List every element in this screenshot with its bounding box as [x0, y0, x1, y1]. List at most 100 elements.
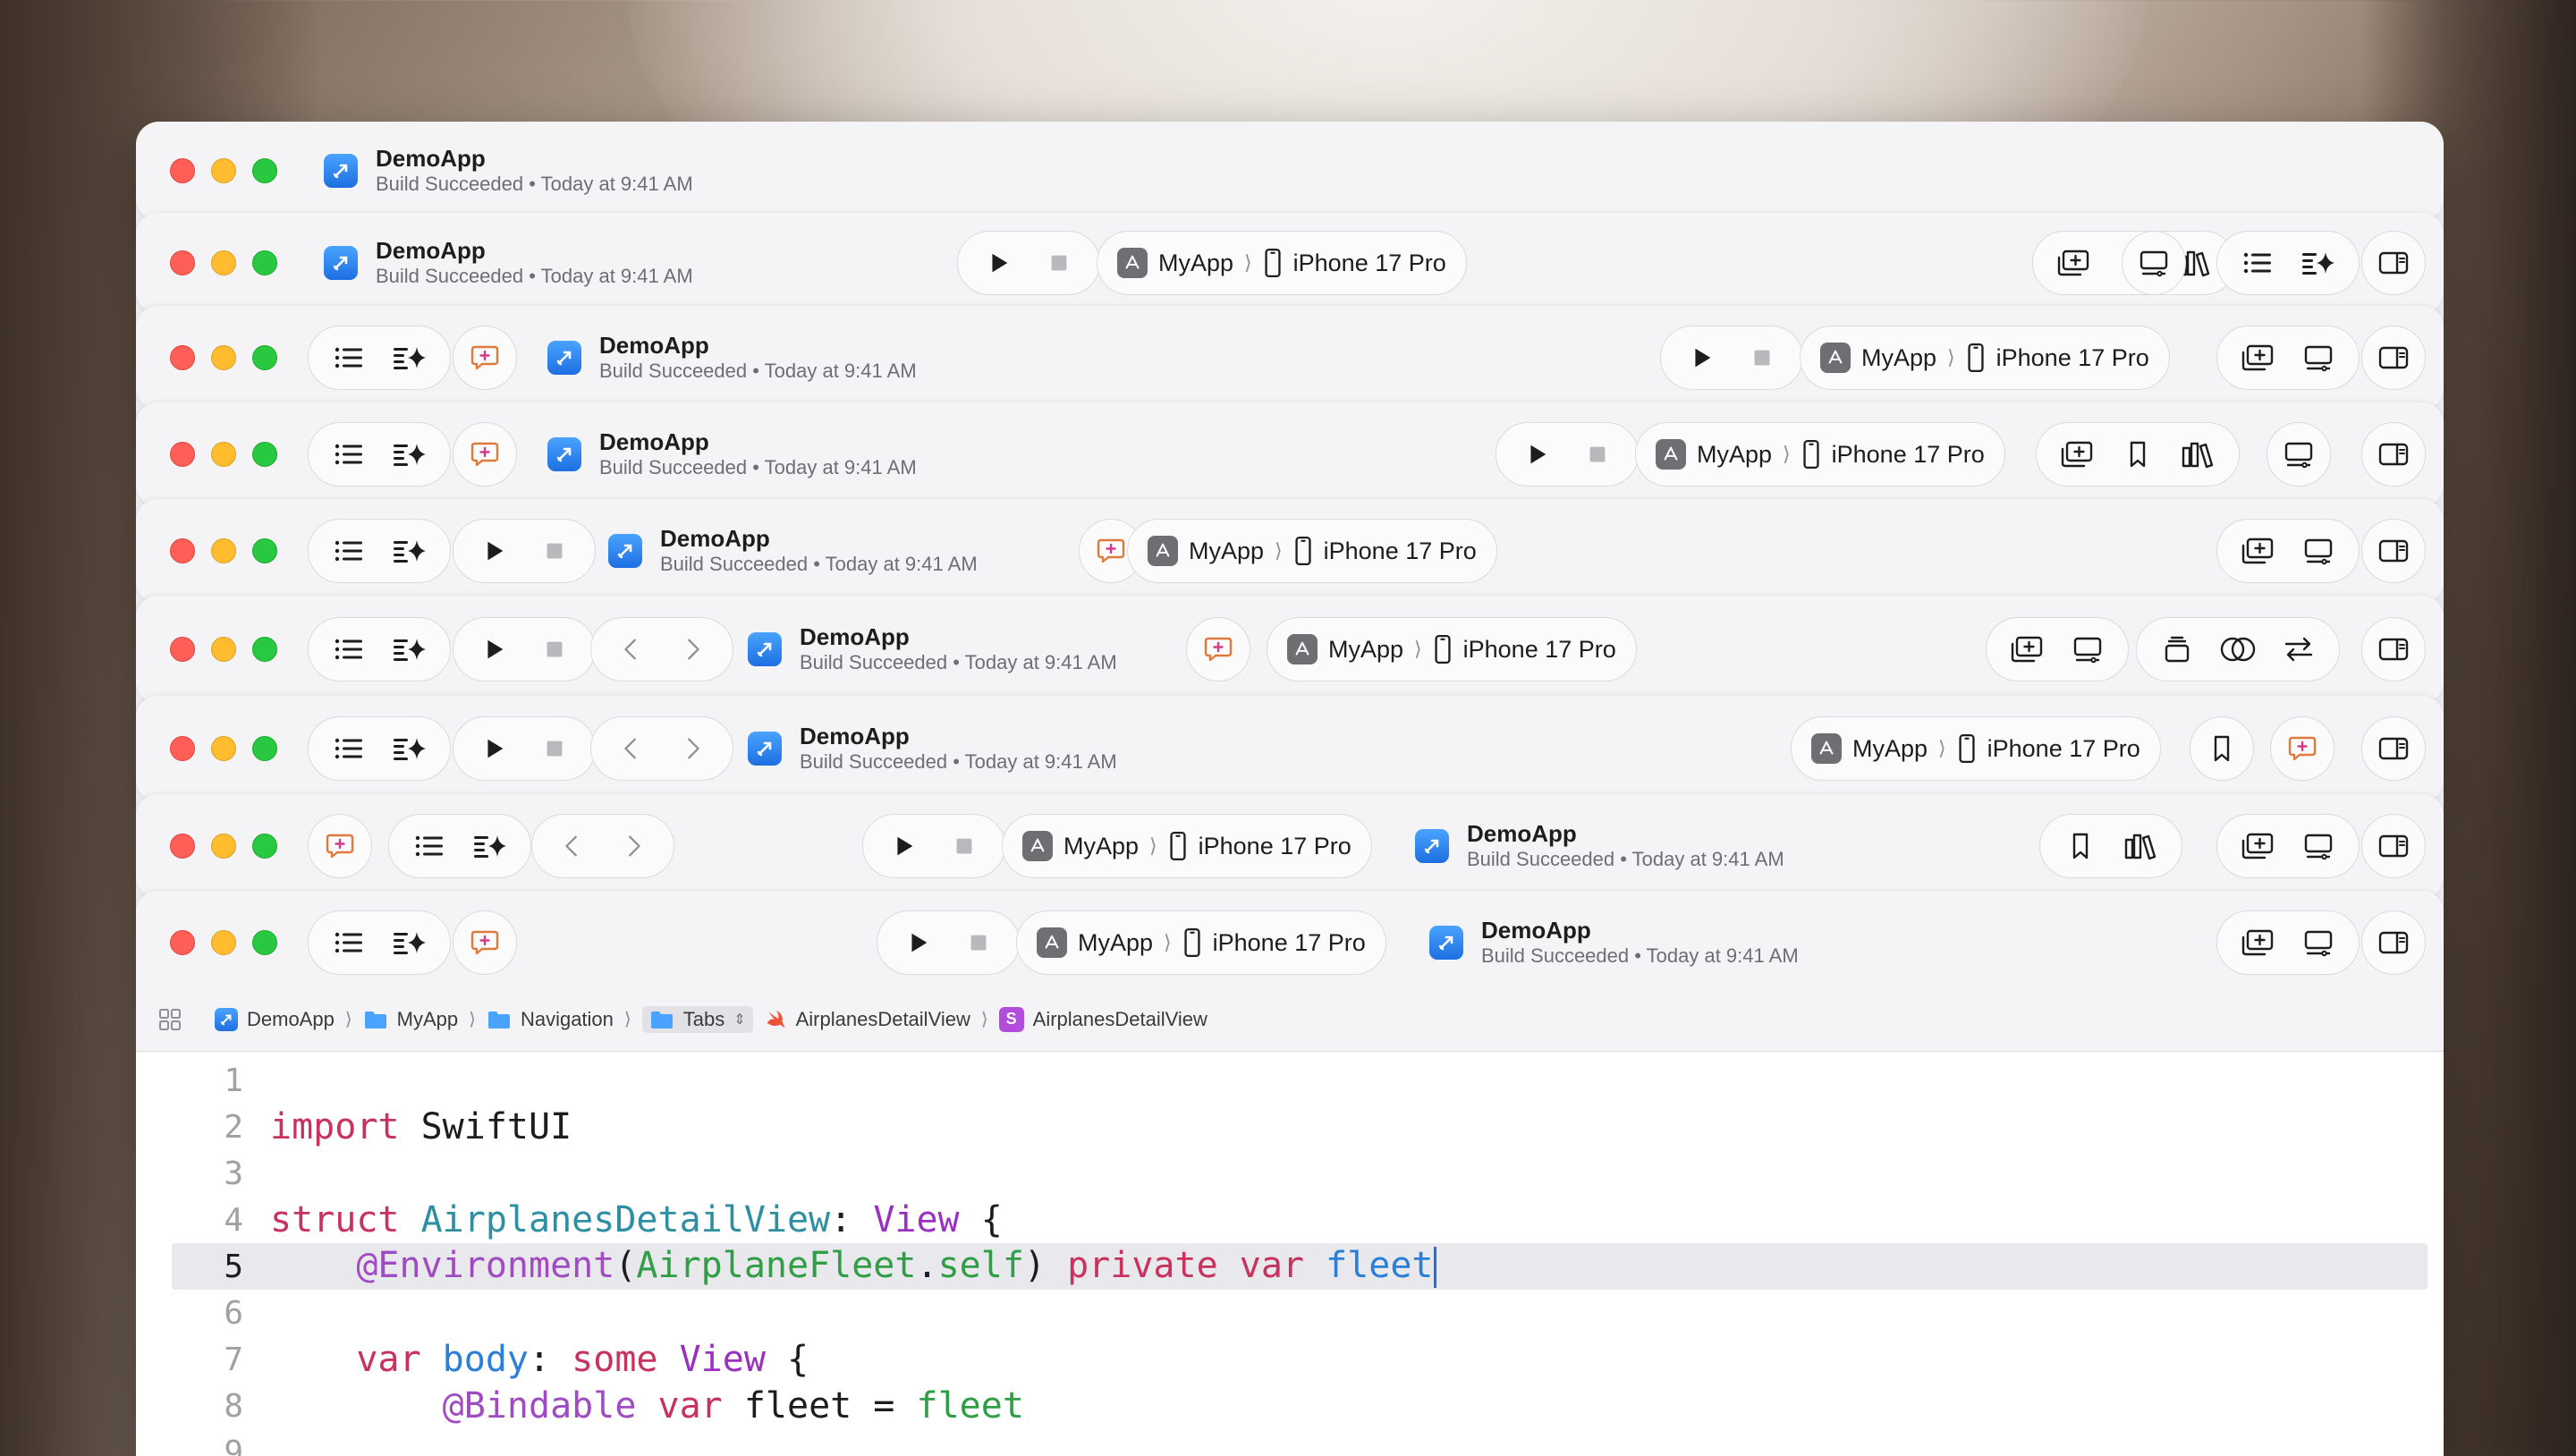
zoom-button[interactable]: [252, 834, 277, 859]
inspector-toggle-button[interactable]: [2361, 716, 2426, 781]
inspector-toggle-button[interactable]: [2361, 422, 2426, 487]
run-button[interactable]: [466, 624, 521, 674]
bookmark-button[interactable]: [2190, 716, 2254, 781]
close-button[interactable]: [170, 345, 195, 370]
minimize-button[interactable]: [211, 250, 236, 275]
stop-button[interactable]: [1734, 333, 1790, 383]
add-window-button[interactable]: [2049, 429, 2105, 479]
run-button[interactable]: [970, 238, 1026, 288]
canvas-button[interactable]: [2291, 526, 2346, 576]
run-button[interactable]: [466, 724, 521, 774]
forward-button[interactable]: [665, 724, 720, 774]
zoom-button[interactable]: [252, 158, 277, 183]
close-button[interactable]: [170, 930, 195, 955]
minimize-button[interactable]: [211, 158, 236, 183]
close-button[interactable]: [170, 158, 195, 183]
run-button[interactable]: [1509, 429, 1564, 479]
run-button[interactable]: [876, 821, 931, 871]
back-button[interactable]: [604, 724, 659, 774]
minimize-button[interactable]: [211, 637, 236, 662]
stop-button[interactable]: [1570, 429, 1625, 479]
minimize-button[interactable]: [211, 345, 236, 370]
bookmark-button[interactable]: [2053, 821, 2108, 871]
stop-button[interactable]: [951, 918, 1006, 968]
add-window-button[interactable]: [2230, 526, 2285, 576]
navigator-list-button[interactable]: [2230, 238, 2285, 288]
navigator-list-button[interactable]: [321, 333, 377, 383]
minimize-button[interactable]: [211, 736, 236, 761]
inspector-toggle-button[interactable]: [2361, 519, 2426, 583]
canvas-button[interactable]: [2291, 918, 2346, 968]
close-button[interactable]: [170, 250, 195, 275]
stop-button[interactable]: [1031, 238, 1087, 288]
run-button[interactable]: [466, 526, 521, 576]
minimize-button[interactable]: [211, 538, 236, 563]
forward-button[interactable]: [606, 821, 661, 871]
breadcrumb-project[interactable]: DemoApp: [215, 1007, 335, 1031]
run-button[interactable]: [1674, 333, 1729, 383]
navigator-list-button[interactable]: [321, 624, 377, 674]
close-button[interactable]: [170, 736, 195, 761]
chat-button[interactable]: [308, 814, 372, 878]
coding-intelligence-button[interactable]: [382, 526, 437, 576]
library-button[interactable]: [2114, 821, 2169, 871]
zoom-button[interactable]: [252, 736, 277, 761]
add-window-button[interactable]: [2230, 333, 2285, 383]
breadcrumb-group-tabs[interactable]: Tabs ⇕: [641, 1005, 753, 1033]
scheme-selector[interactable]: MyApp ⟩ iPhone 17 Pro: [1267, 617, 1637, 681]
zoom-button[interactable]: [252, 345, 277, 370]
breadcrumb-symbol[interactable]: S AirplanesDetailView: [998, 1006, 1208, 1032]
scheme-selector[interactable]: MyApp ⟩ iPhone 17 Pro: [1127, 519, 1497, 583]
zoom-button[interactable]: [252, 442, 277, 467]
add-window-button[interactable]: [2230, 821, 2285, 871]
minimap-button[interactable]: [2149, 624, 2205, 674]
navigator-list-button[interactable]: [321, 724, 377, 774]
canvas-button[interactable]: [2267, 422, 2331, 487]
zoom-button[interactable]: [252, 930, 277, 955]
inspector-toggle-button[interactable]: [2361, 617, 2426, 681]
add-window-button[interactable]: [2230, 918, 2285, 968]
coding-intelligence-button[interactable]: [462, 821, 518, 871]
navigator-list-button[interactable]: [321, 918, 377, 968]
coding-intelligence-button[interactable]: [382, 724, 437, 774]
stop-button[interactable]: [527, 724, 582, 774]
zoom-button[interactable]: [252, 250, 277, 275]
navigator-list-button[interactable]: [321, 429, 377, 479]
breadcrumb-group-navigation[interactable]: Navigation: [487, 1008, 614, 1031]
source-editor[interactable]: 1 2 import SwiftUI 3 4 struct AirplanesD…: [136, 1052, 2444, 1456]
scheme-selector[interactable]: MyApp ⟩ iPhone 17 Pro: [1002, 814, 1372, 878]
close-button[interactable]: [170, 637, 195, 662]
chat-button[interactable]: [453, 422, 517, 487]
library-button[interactable]: [2171, 429, 2226, 479]
inspector-toggle-button[interactable]: [2361, 231, 2426, 295]
coding-intelligence-button[interactable]: [382, 429, 437, 479]
swap-button[interactable]: [2271, 624, 2326, 674]
stop-button[interactable]: [936, 821, 992, 871]
inspector-toggle-button[interactable]: [2361, 326, 2426, 390]
zoom-button[interactable]: [252, 538, 277, 563]
add-window-button[interactable]: [2046, 238, 2101, 288]
back-button[interactable]: [604, 624, 659, 674]
scheme-selector[interactable]: MyApp ⟩ iPhone 17 Pro: [1791, 716, 2161, 781]
back-button[interactable]: [545, 821, 600, 871]
inspector-toggle-button[interactable]: [2361, 910, 2426, 975]
bookmark-button[interactable]: [2110, 429, 2165, 479]
add-window-button[interactable]: [1999, 624, 2055, 674]
scheme-selector[interactable]: MyApp ⟩ iPhone 17 Pro: [1800, 326, 2170, 390]
canvas-button[interactable]: [2060, 624, 2115, 674]
breadcrumb-group-myapp[interactable]: MyApp: [363, 1008, 458, 1031]
scheme-selector[interactable]: MyApp ⟩ iPhone 17 Pro: [1016, 910, 1386, 975]
minimize-button[interactable]: [211, 930, 236, 955]
inspector-toggle-button[interactable]: [2361, 814, 2426, 878]
minimize-button[interactable]: [211, 442, 236, 467]
compare-button[interactable]: [2210, 624, 2266, 674]
forward-button[interactable]: [665, 624, 720, 674]
canvas-button[interactable]: [2291, 333, 2346, 383]
chat-button[interactable]: [1186, 617, 1250, 681]
zoom-button[interactable]: [252, 637, 277, 662]
coding-intelligence-button[interactable]: [382, 333, 437, 383]
coding-intelligence-button[interactable]: [2291, 238, 2346, 288]
breadcrumb-file[interactable]: AirplanesDetailView: [764, 1008, 970, 1031]
scheme-selector[interactable]: MyApp ⟩ iPhone 17 Pro: [1097, 231, 1467, 295]
coding-intelligence-button[interactable]: [382, 624, 437, 674]
